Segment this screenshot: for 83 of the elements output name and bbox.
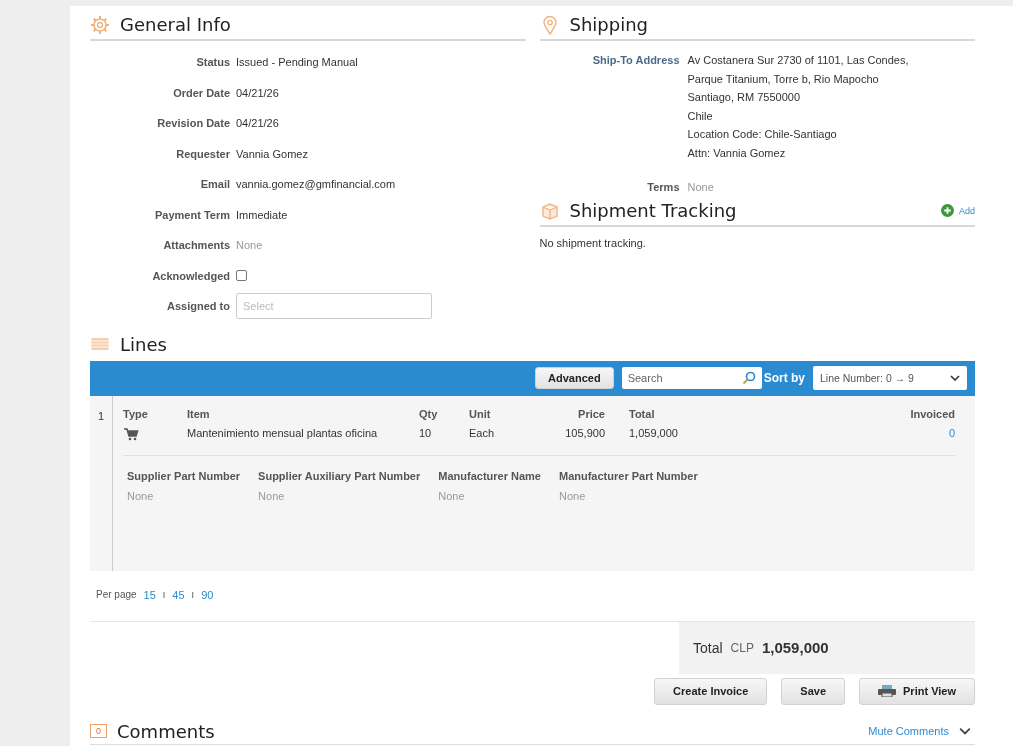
field-value: None <box>687 180 715 195</box>
comment-count-badge: 0 <box>90 724 107 738</box>
per-page-link[interactable]: 15 <box>143 588 156 601</box>
column-header: Qty <box>419 407 439 420</box>
field-label: Attachments <box>162 238 230 253</box>
field-label: Ship-To Address <box>591 53 680 68</box>
column-header: Invoiced <box>909 407 955 420</box>
per-page-link[interactable]: 45 <box>172 588 185 601</box>
sort-label: Sort by <box>763 371 805 385</box>
total-label: Total <box>693 639 723 656</box>
lines-icon <box>90 338 110 350</box>
chevron-icon[interactable] <box>959 727 971 735</box>
field-value: Vannia Gomez <box>236 147 308 160</box>
field-value: None <box>236 239 263 252</box>
section-title: Shipping <box>569 14 649 35</box>
action-button[interactable]: Save <box>781 677 845 705</box>
field-value: 04/21/26 <box>236 117 279 130</box>
address-line: Location Code: Chile-Santiago <box>687 127 838 142</box>
action-button[interactable]: Create Invoice <box>654 677 768 705</box>
search-field[interactable]: Search <box>621 367 762 389</box>
plus-icon <box>941 204 954 217</box>
field-value: Immediate <box>236 208 288 221</box>
invoiced-link[interactable]: 0 <box>695 426 955 441</box>
column-header: Total <box>628 407 656 420</box>
table-cell-text: 10 <box>419 426 433 441</box>
select-field[interactable]: Select <box>236 293 432 320</box>
field-label: Order Date <box>172 85 230 101</box>
column-header: Price <box>577 407 605 420</box>
column-header: Item <box>187 407 211 420</box>
detail-label: Manufacturer Name <box>438 469 541 482</box>
column-header: Type <box>123 407 149 420</box>
chevron-icon <box>950 375 960 381</box>
detail-label: Manufacturer Part Number <box>559 469 698 482</box>
field-value: vannia.gomez@gmfinancial.com <box>236 178 396 191</box>
address-line: Santiago, RM 7550000 <box>687 90 802 105</box>
field-value: 04/21/26 <box>236 86 279 99</box>
table-cell-text: Mantenimiento mensual plantas oficina <box>187 426 379 441</box>
action-button[interactable]: Print View <box>859 677 975 705</box>
total-amount: 1,059,000 <box>761 639 829 656</box>
table-cell-text: Each <box>469 426 496 441</box>
advanced-button[interactable]: Advanced <box>535 367 614 389</box>
detail-value: None <box>559 489 587 502</box>
separator: I <box>162 589 166 600</box>
address-line: Av Costanera Sur 2730 of 1101, Las Condes, <box>687 53 910 68</box>
detail-value: None <box>127 489 155 502</box>
column-header: Unit <box>469 407 492 420</box>
detail-label: Supplier Part Number <box>127 469 241 482</box>
section-title: Comments <box>117 720 215 742</box>
mute-comments-link[interactable]: Mute Comments <box>868 725 949 737</box>
table-cell-text: 1,059,000 <box>628 426 679 441</box>
detail-value: None <box>438 489 466 502</box>
box-icon <box>539 200 560 221</box>
per-page-link[interactable]: 90 <box>201 588 214 601</box>
section-title: Lines <box>120 333 167 355</box>
per-page-label: Per page <box>96 589 137 600</box>
cart-icon <box>123 426 139 441</box>
printer-icon <box>878 685 896 697</box>
add-link[interactable]: Add <box>941 204 975 217</box>
address-line: Parque Titanium, Torre b, Rio Mapocho <box>687 71 880 87</box>
field-label: Requester <box>175 146 230 162</box>
empty-message: No shipment tracking. <box>539 237 647 249</box>
line-number: 1 <box>90 395 113 571</box>
gear-icon <box>90 14 110 35</box>
search-icon <box>741 371 756 385</box>
table-cell-text: 105,900 <box>564 426 605 441</box>
field-label: Revision Date <box>156 116 230 131</box>
section-title: Shipment Tracking <box>569 200 737 221</box>
section-title: General Info <box>120 14 231 35</box>
field-label: Assigned to <box>166 299 230 314</box>
field-label: Email <box>199 177 230 192</box>
field-label: Terms <box>646 180 680 195</box>
separator: I <box>191 589 195 600</box>
address-line: Chile <box>687 108 714 124</box>
checkbox[interactable] <box>236 270 247 282</box>
address-line: Attn: Vannia Gomez <box>687 145 787 161</box>
field-label: Payment Term <box>154 207 230 223</box>
field-label: Acknowledged <box>151 268 230 284</box>
field-label: Status <box>195 55 230 70</box>
detail-value: None <box>258 489 286 502</box>
sort-dropdown[interactable]: Line Number: 0 → 9 <box>813 366 967 390</box>
detail-label: Supplier Auxiliary Part Number <box>258 469 421 482</box>
currency: CLP <box>730 640 754 655</box>
field-value: Issued - Pending Manual <box>236 56 358 69</box>
